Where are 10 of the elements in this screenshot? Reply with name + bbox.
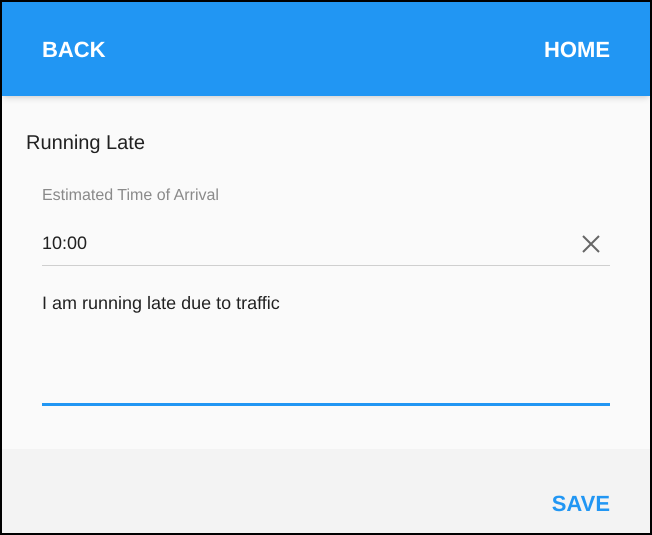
time-value: 10:00 bbox=[42, 232, 88, 255]
back-button[interactable]: BACK bbox=[42, 32, 106, 66]
home-button[interactable]: HOME bbox=[544, 32, 610, 66]
message-text: I am running late due to traffic bbox=[42, 293, 280, 313]
save-button[interactable]: SAVE bbox=[552, 486, 610, 520]
message-field[interactable]: I am running late due to traffic bbox=[42, 290, 610, 406]
clear-icon[interactable] bbox=[580, 232, 602, 254]
time-field[interactable]: 10:00 bbox=[42, 230, 610, 266]
field-label: Estimated Time of Arrival bbox=[42, 186, 220, 206]
page-title: Running Late bbox=[25, 131, 146, 156]
